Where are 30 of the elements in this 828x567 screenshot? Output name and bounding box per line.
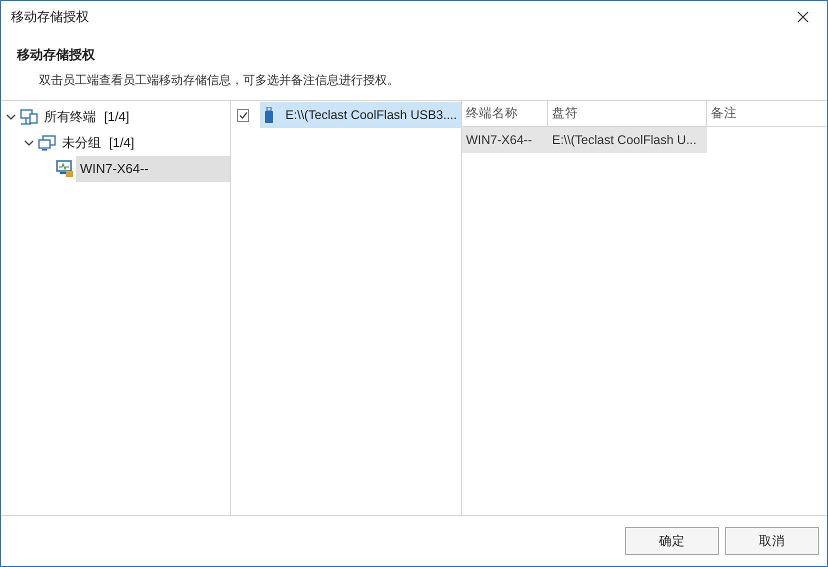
checkbox[interactable] bbox=[237, 108, 250, 122]
table-cell-text: WIN7-X64-- bbox=[465, 132, 533, 149]
computer-lock-icon bbox=[56, 160, 74, 178]
tree-label: 所有终端 bbox=[44, 108, 96, 126]
tree-item[interactable]: WIN7-X64-- bbox=[76, 156, 230, 182]
table-cell-text: E:\\(Teclast CoolFlash U... bbox=[551, 132, 698, 149]
description: 双击员工端查看员工端移动存储信息，可多选并备注信息进行授权。 bbox=[38, 72, 400, 88]
chevron-down-icon[interactable] bbox=[6, 112, 16, 122]
tree-item[interactable]: 所有终端 [1/4] bbox=[40, 104, 134, 130]
dialog-button[interactable]: 确定 bbox=[625, 527, 719, 555]
table-row[interactable]: WIN7-X64-- E:\\(Teclast CoolFlash U... bbox=[462, 127, 707, 153]
column-header[interactable]: 盘符 bbox=[548, 101, 707, 126]
close-icon[interactable] bbox=[797, 11, 809, 23]
tree-count: [1/4] bbox=[109, 134, 134, 152]
usb-drive-icon bbox=[264, 107, 274, 123]
check-icon bbox=[238, 110, 248, 120]
tree-label: WIN7-X64-- bbox=[80, 160, 149, 178]
dialog-button[interactable]: 取消 bbox=[725, 527, 819, 555]
chevron-down-icon[interactable] bbox=[24, 138, 34, 148]
column-header[interactable]: 备注 bbox=[707, 101, 827, 126]
device-item[interactable]: E:\\(Teclast CoolFlash USB3.... bbox=[260, 102, 461, 128]
network-icon bbox=[20, 108, 38, 126]
tree-label: 未分组 bbox=[62, 134, 101, 152]
device-label: E:\\(Teclast CoolFlash USB3.... bbox=[285, 106, 457, 124]
window-title: 移动存储授权 bbox=[11, 8, 89, 26]
monitors-icon bbox=[38, 134, 56, 152]
column-header[interactable]: 终端名称 bbox=[462, 101, 548, 126]
section-title: 移动存储授权 bbox=[17, 46, 96, 64]
tree-count: [1/4] bbox=[104, 108, 130, 126]
tree-item[interactable]: 未分组 [1/4] bbox=[58, 130, 138, 156]
